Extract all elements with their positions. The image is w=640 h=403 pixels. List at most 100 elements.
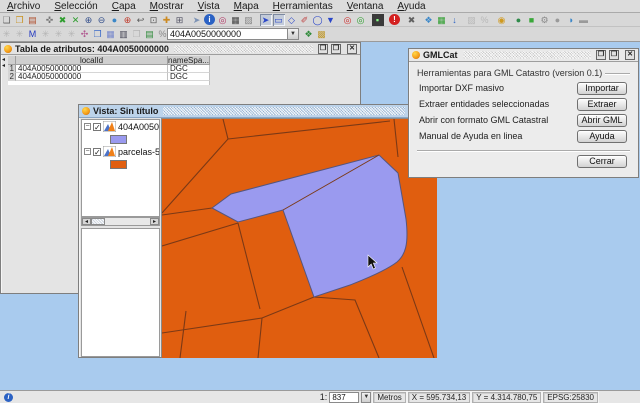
- column-header[interactable]: nameSpa...: [168, 56, 210, 65]
- settings-gear-icon[interactable]: ⚙: [539, 14, 551, 26]
- select-polygon-icon[interactable]: ◇: [286, 14, 298, 26]
- clear-selection-icon[interactable]: ▨: [243, 14, 255, 26]
- preferences-tools-icon[interactable]: ✖: [406, 14, 418, 26]
- tree-collapse-icon[interactable]: −: [84, 123, 91, 130]
- star-disabled-5-icon[interactable]: ✳: [66, 28, 78, 40]
- close-icon[interactable]: ✕: [347, 44, 357, 54]
- export-layer-icon[interactable]: ▤: [144, 28, 156, 40]
- menu-herramientas[interactable]: Herramientas: [266, 1, 340, 12]
- menu-vista[interactable]: Vista: [191, 1, 227, 12]
- layer-symbol-swatch[interactable]: [110, 135, 127, 144]
- menu-ayuda[interactable]: Ayuda: [390, 1, 432, 12]
- zoom-world-icon[interactable]: ●: [109, 14, 121, 26]
- abrir-gml-button[interactable]: Abrir GML: [577, 114, 627, 127]
- reference-combo-value[interactable]: 404A0050000000: [168, 29, 287, 39]
- menu-ventana[interactable]: Ventana: [340, 1, 391, 12]
- reference-combo[interactable]: 404A0050000000 ▼: [167, 28, 299, 40]
- gmlcat-dialog[interactable]: GMLCat ❐ ❐ ✕ Herramientas para GML Catas…: [408, 48, 639, 178]
- vista-titlebar[interactable]: Vista: Sin título ❐ ❐: [79, 105, 436, 118]
- vista-window[interactable]: Vista: Sin título ❐ ❐ −✓404A0050000−✓par…: [78, 104, 437, 358]
- zoom-extents-icon[interactable]: ✖: [57, 14, 69, 26]
- layer-item[interactable]: −✓ parcelas-5804: [82, 145, 159, 158]
- raster-tile-icon[interactable]: ■: [526, 14, 538, 26]
- zoom-rect-icon[interactable]: ⊡: [148, 14, 160, 26]
- star-disabled-3-icon[interactable]: ✳: [40, 28, 52, 40]
- layer-visibility-checkbox[interactable]: ✓: [93, 123, 101, 131]
- zoom-out-icon[interactable]: ⊖: [96, 14, 108, 26]
- column-header[interactable]: localId: [16, 56, 168, 65]
- attribute-table[interactable]: localIdnameSpa...1404A0050000000DGC2404A…: [8, 56, 210, 85]
- info-tool-icon[interactable]: i: [204, 14, 215, 25]
- hyperlink-tool-icon[interactable]: ◎: [217, 14, 229, 26]
- measure-m-icon[interactable]: M: [27, 28, 39, 40]
- table-row[interactable]: 2404A0050000000DGC: [8, 73, 210, 81]
- importar-button[interactable]: Importar: [577, 82, 627, 95]
- globe-edit-icon[interactable]: ◑: [565, 14, 577, 26]
- select-lasso-icon[interactable]: ✐: [299, 14, 311, 26]
- monitors-icon[interactable]: ▥: [118, 28, 130, 40]
- layer-tree[interactable]: −✓404A0050000−✓parcelas-5804: [81, 119, 160, 217]
- menu-mapa[interactable]: Mapa: [227, 1, 266, 12]
- select-rectangle-icon[interactable]: ▭: [273, 14, 285, 26]
- select-filter-icon[interactable]: ▼: [325, 14, 337, 26]
- add-event-table-icon[interactable]: ▦: [436, 14, 448, 26]
- pan-tool-icon[interactable]: ✜: [44, 14, 56, 26]
- minimize-icon[interactable]: ❐: [318, 44, 328, 54]
- globe-gray-icon[interactable]: ●: [552, 14, 564, 26]
- gmlcat-titlebar[interactable]: GMLCat ❐ ❐ ✕: [409, 49, 638, 62]
- combo-dropdown-icon[interactable]: ▼: [287, 29, 298, 39]
- attribute-table-titlebar[interactable]: Tabla de atributos: 404A0050000000 ❐ ❐ ✕: [1, 43, 360, 55]
- layer-item[interactable]: −✓ 404A0050000: [82, 120, 159, 133]
- download-tool-icon[interactable]: ↓: [449, 14, 461, 26]
- menu-capa[interactable]: Capa: [105, 1, 143, 12]
- toc-horizontal-scrollbar[interactable]: ◂ ▸: [81, 217, 160, 226]
- add-gml-table-icon[interactable]: ❖: [303, 28, 315, 40]
- arrow-tool-icon[interactable]: ➤: [191, 14, 203, 26]
- select-circle-icon[interactable]: ◯: [312, 14, 324, 26]
- map-canvas[interactable]: [161, 118, 436, 357]
- new-document-icon[interactable]: ❏: [1, 14, 13, 26]
- layer-visibility-checkbox[interactable]: ✓: [93, 148, 101, 156]
- menu-archivo[interactable]: Archivo: [0, 1, 47, 12]
- minimized-tool-icon[interactable]: ▬: [578, 14, 590, 26]
- extraer-button[interactable]: Extraer: [577, 98, 627, 111]
- open-project-icon[interactable]: ❐: [14, 14, 26, 26]
- map-frame-icon[interactable]: ⊞: [174, 14, 186, 26]
- zoom-previous-icon[interactable]: ↩: [135, 14, 147, 26]
- edit-disabled-icon[interactable]: ▨: [466, 14, 478, 26]
- add-layer-icon[interactable]: ✚: [161, 14, 173, 26]
- minimize-icon[interactable]: ❐: [596, 50, 606, 60]
- scale-dropdown-icon[interactable]: ▼: [361, 392, 371, 403]
- ayuda-button[interactable]: Ayuda: [577, 130, 627, 143]
- maximize-icon[interactable]: ❐: [609, 50, 619, 60]
- table-row[interactable]: 1404A0050000000DGC: [8, 65, 210, 73]
- print-icon[interactable]: ▦: [230, 14, 242, 26]
- star-disabled-1-icon[interactable]: ✳: [1, 28, 13, 40]
- select-point-icon[interactable]: ➤: [260, 14, 272, 26]
- layer-label[interactable]: 404A0050000: [118, 122, 159, 132]
- scrollbar-thumb[interactable]: [91, 218, 105, 225]
- gml-key-tool-icon[interactable]: ▩: [316, 28, 328, 40]
- star-disabled-4-icon[interactable]: ✳: [53, 28, 65, 40]
- spline-tool-icon[interactable]: ✣: [79, 28, 91, 40]
- doc-zoom-icon[interactable]: ❒: [92, 28, 104, 40]
- cerrar-button[interactable]: Cerrar: [577, 155, 627, 168]
- star-disabled-2-icon[interactable]: ✳: [14, 28, 26, 40]
- geoprocess-globe-icon[interactable]: ❖: [423, 14, 435, 26]
- maximize-icon[interactable]: ❐: [331, 44, 341, 54]
- error-console-icon[interactable]: !: [389, 14, 400, 25]
- window-grid-icon[interactable]: ▦: [105, 28, 117, 40]
- scale-input[interactable]: 837: [329, 392, 359, 403]
- save-project-icon[interactable]: ▤: [27, 14, 39, 26]
- tree-collapse-icon[interactable]: −: [84, 148, 91, 155]
- layer-label[interactable]: parcelas-5804: [118, 147, 159, 157]
- zoom-red-icon[interactable]: ⊕: [122, 14, 134, 26]
- scroll-left-icon[interactable]: ◂: [82, 218, 91, 225]
- snap-disabled-icon[interactable]: %: [479, 14, 491, 26]
- copy-disabled-icon[interactable]: ❐: [131, 28, 143, 40]
- zoom-in-icon[interactable]: ⊕: [83, 14, 95, 26]
- zoom-selection-icon[interactable]: ✕: [70, 14, 82, 26]
- scroll-right-icon[interactable]: ▸: [150, 218, 159, 225]
- menu-mostrar[interactable]: Mostrar: [143, 1, 191, 12]
- layer-symbol-swatch[interactable]: [110, 160, 127, 169]
